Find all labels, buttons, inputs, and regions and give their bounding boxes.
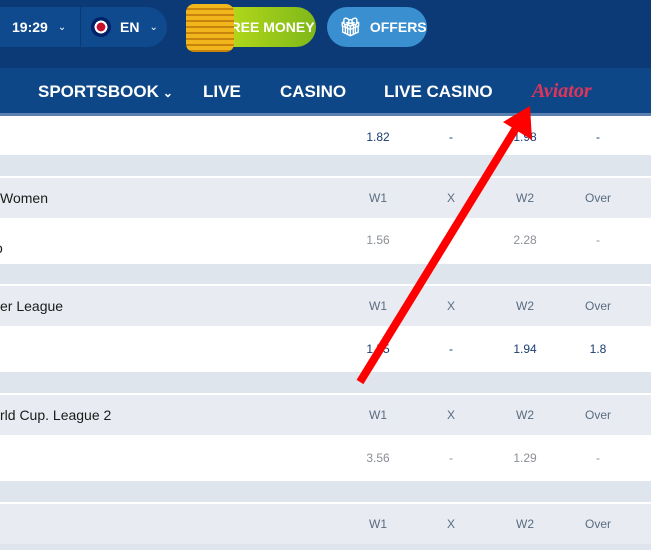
red-arrow-annotation — [356, 106, 532, 385]
arrow-shaft — [356, 125, 520, 385]
